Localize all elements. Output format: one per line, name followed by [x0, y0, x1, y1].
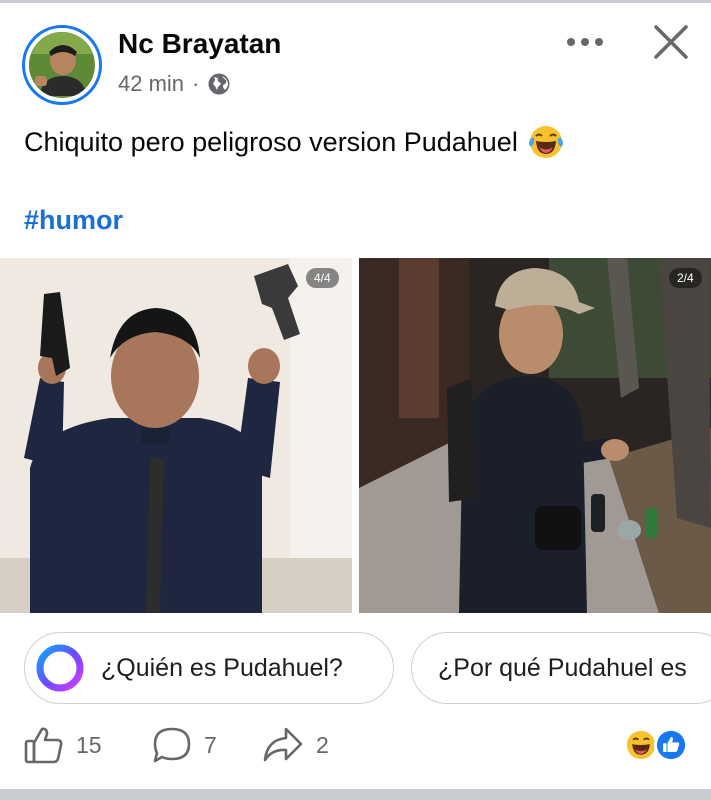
- photo-image-indoor: [0, 258, 352, 613]
- reaction-summary[interactable]: [624, 728, 688, 762]
- caption-text: Chiquito pero peligroso version Pudahuel: [24, 126, 518, 157]
- photo-count-badge: 4/4: [306, 268, 339, 288]
- share-arrow-icon: [263, 727, 303, 762]
- comment-icon: [153, 727, 191, 763]
- post-meta: 42 min ·: [118, 71, 231, 97]
- haha-reaction-icon: [624, 728, 658, 762]
- photo-right[interactable]: 2/4: [359, 258, 711, 613]
- meta-ai-icon: [36, 644, 84, 692]
- photo-image-street: [359, 258, 711, 613]
- author-name[interactable]: Nc Brayatan: [118, 28, 281, 60]
- suggestion-label: ¿Por qué Pudahuel es: [438, 653, 687, 682]
- thumbs-up-icon: [24, 727, 63, 764]
- suggestion-chip-por-que[interactable]: ¿Por qué Pudahuel es: [411, 632, 711, 704]
- bottom-divider: [0, 789, 711, 800]
- like-reaction-icon: [654, 728, 688, 762]
- avatar-image: [29, 32, 95, 98]
- globe-icon: [208, 73, 230, 95]
- meta-separator: ·: [192, 71, 200, 96]
- close-icon: [654, 25, 688, 59]
- share-button[interactable]: 2: [262, 726, 329, 764]
- more-options-button[interactable]: [562, 22, 608, 62]
- comment-button[interactable]: 7: [152, 726, 217, 764]
- author-avatar[interactable]: [22, 25, 102, 105]
- suggestion-chip-quien[interactable]: ¿Quién es Pudahuel?: [24, 632, 394, 704]
- post-time[interactable]: 42 min: [118, 71, 184, 97]
- share-count: 2: [316, 731, 329, 758]
- top-divider: [0, 0, 711, 3]
- like-button[interactable]: 15: [24, 726, 102, 764]
- laughing-tears-emoji: [528, 126, 563, 158]
- photo-count-badge: 2/4: [669, 268, 702, 288]
- close-button[interactable]: [647, 18, 695, 66]
- more-dots-icon: [567, 38, 603, 46]
- like-count: 15: [76, 731, 102, 758]
- post-caption: Chiquito pero peligroso version Pudahuel: [24, 124, 564, 160]
- suggestion-label: ¿Quién es Pudahuel?: [101, 653, 343, 682]
- photo-left[interactable]: 4/4: [0, 258, 352, 613]
- hashtag-link[interactable]: #humor: [24, 205, 123, 236]
- comment-count: 7: [204, 731, 217, 758]
